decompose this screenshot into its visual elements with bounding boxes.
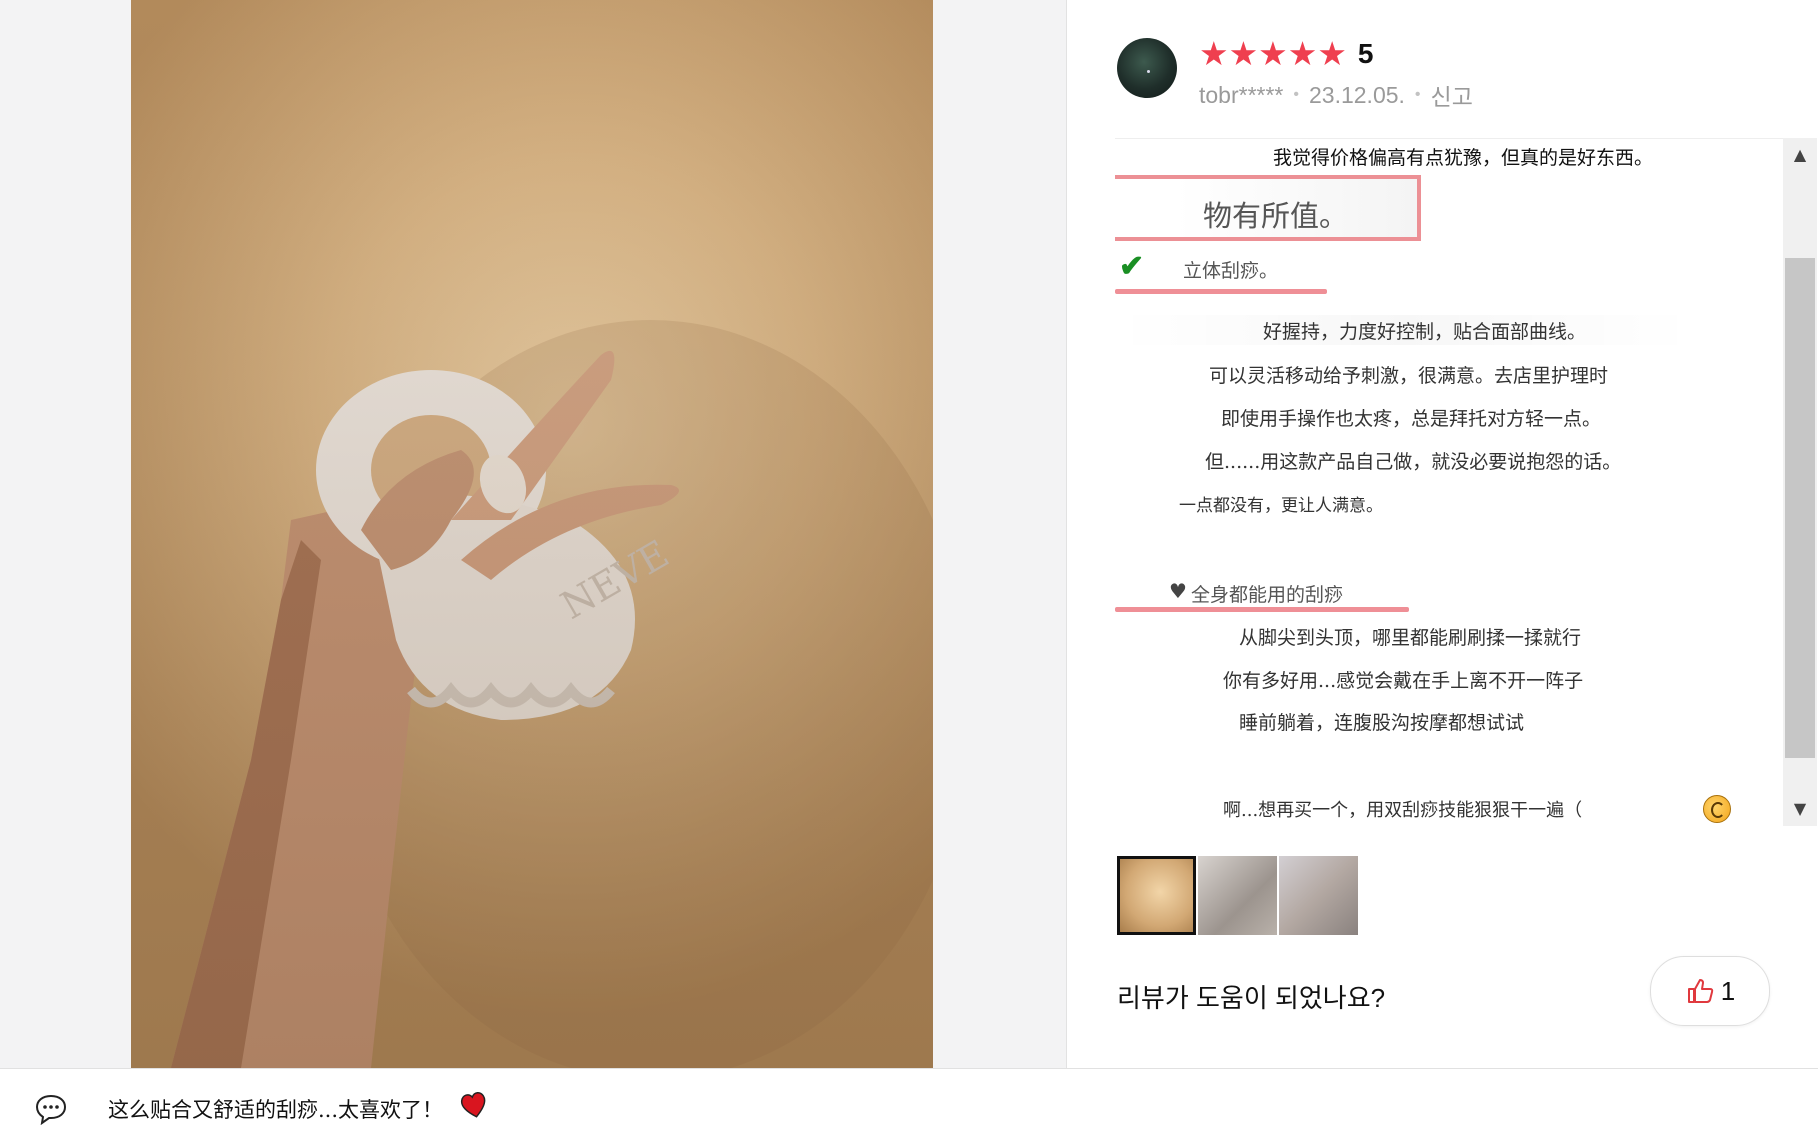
speech-bubble-icon <box>35 1094 67 1125</box>
like-count: 1 <box>1720 975 1736 1006</box>
photo-thumbnails <box>1117 856 1360 935</box>
caption-bar: 这么贴合又舒适的刮痧...太喜欢了！ <box>0 1068 1818 1148</box>
section1-line: 好握持，力度好控制，贴合面部曲线。 <box>1263 321 1587 343</box>
user-avatar[interactable] <box>1117 38 1177 98</box>
thumbnail-2[interactable] <box>1198 856 1277 935</box>
section2-line: 从脚尖到头顶，哪里都能刷刷揉一揉就行 <box>1239 627 1582 649</box>
username: tobr***** <box>1199 81 1284 108</box>
highlight-box: 物有所值。 <box>1115 175 1421 241</box>
review-date: 23.12.05. <box>1309 81 1405 108</box>
scroll-thumb[interactable] <box>1785 258 1815 758</box>
rating: ★★★★★ 5 <box>1199 36 1374 72</box>
section1-line: 一点都没有，更让人满意。 <box>1179 496 1383 516</box>
review-panel: ★★★★★ 5 tobr***** • 23.12.05. • 신고 我觉得价格… <box>1067 0 1818 1068</box>
hand-holding-massager-illustration: NEVE <box>171 320 933 1068</box>
meta-separator: • <box>1414 86 1421 103</box>
review-photo: NEVE <box>131 0 933 1068</box>
caption-text: 这么贴合又舒适的刮痧...太喜欢了！ <box>108 1098 444 1122</box>
rating-stars: ★★★★★ <box>1199 34 1347 73</box>
svg-text:NEVE: NEVE <box>554 532 677 628</box>
section2-heading: 全身都能用的刮痧 <box>1191 584 1344 606</box>
report-link[interactable]: 신고 <box>1431 78 1473 112</box>
section1-line: 但......用这款产品自己做，就没必要说抱怨的话。 <box>1205 451 1622 473</box>
review-content: 我觉得价格偏高有点犹豫，但真的是好东西。 物有所值。 ✔ 立体刮痧。 好握持，力… <box>1115 138 1797 827</box>
highlight-text: 物有所值。 <box>1203 199 1349 233</box>
grinning-face-icon <box>1703 795 1731 823</box>
rating-value: 5 <box>1357 38 1374 69</box>
meta-separator: • <box>1293 86 1299 103</box>
thumbs-up-icon <box>1687 979 1714 1003</box>
section2-line: 你有多好用...感觉会戴在手上离不开一阵子 <box>1223 670 1584 692</box>
section2-line: 睡前躺着，连腹股沟按摩都想试试 <box>1239 712 1525 734</box>
content-scrollbar[interactable]: ▲ ▼ <box>1783 138 1817 826</box>
section1-line: 可以灵活移动给予刺激，很满意。去店里护理时 <box>1209 365 1609 387</box>
thumbnail-1[interactable] <box>1117 856 1196 935</box>
review-meta: tobr***** • 23.12.05. • 신고 <box>1199 78 1473 112</box>
scroll-down-arrow-icon[interactable]: ▼ <box>1783 792 1817 826</box>
section2-underline <box>1115 607 1409 612</box>
helpful-question: 리뷰가 도움이 되었나요? <box>1117 983 1386 1013</box>
section1-underline <box>1115 289 1327 294</box>
like-button[interactable]: 1 <box>1650 956 1770 1026</box>
thumbnail-3[interactable] <box>1279 856 1358 935</box>
closing-line: 啊...想再买一个，用双刮痧技能狠狠干一遍（ <box>1223 800 1583 821</box>
red-heart-icon <box>460 1092 486 1118</box>
heart-icon: ♥ <box>1169 579 1187 603</box>
section1-heading: 立体刮痧。 <box>1183 260 1279 282</box>
check-icon: ✔ <box>1119 249 1145 284</box>
review-intro: 我觉得价格偏高有点犹豫，但真的是好东西。 <box>1273 147 1654 169</box>
scroll-up-arrow-icon[interactable]: ▲ <box>1783 138 1817 172</box>
section1-line: 即使用手操作也太疼，总是拜托对方轻一点。 <box>1221 408 1602 430</box>
